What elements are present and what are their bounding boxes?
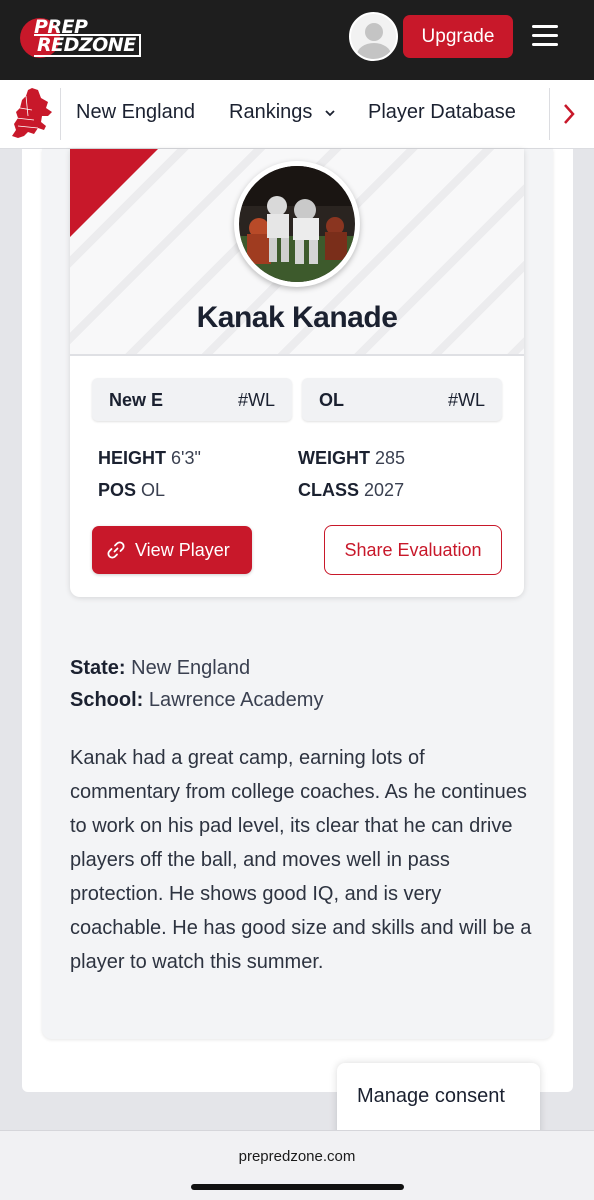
- home-indicator[interactable]: [191, 1184, 404, 1190]
- region-tag-label: New E: [109, 390, 164, 410]
- weight-stat: WEIGHT 285: [298, 448, 405, 469]
- site-header: PREP REDZONE Upgrade: [0, 0, 594, 80]
- position-tag-rank: #WL: [447, 390, 485, 410]
- nav-divider: [60, 88, 61, 140]
- card-divider: [70, 354, 524, 356]
- position-rank-tag: OL #WL: [302, 378, 502, 421]
- nav-item-rankings[interactable]: Rankings: [229, 101, 336, 124]
- red-corner-accent: [70, 149, 158, 237]
- user-avatar-icon[interactable]: [349, 12, 398, 61]
- state-label: State:: [70, 657, 126, 679]
- chevron-down-icon: [325, 110, 335, 116]
- upgrade-button[interactable]: Upgrade: [403, 15, 513, 58]
- browser-bottom-bar: prepredzone.com: [0, 1130, 594, 1200]
- class-label: CLASS: [298, 480, 360, 500]
- avatar-body: [357, 43, 391, 59]
- evaluation-panel: Kanak Kanade New E #WL OL #WL HEIGHT 6'3…: [42, 149, 553, 1039]
- state-row: State: New England: [70, 657, 250, 680]
- browser-url[interactable]: prepredzone.com: [0, 1148, 594, 1165]
- new-england-map-icon[interactable]: [8, 86, 56, 144]
- hamburger-menu-icon[interactable]: [532, 25, 558, 47]
- weight-label: WEIGHT: [298, 448, 370, 468]
- region-tag-rank: #WL: [237, 390, 275, 410]
- region-rank-tag: New E #WL: [92, 378, 292, 421]
- class-value: 2027: [364, 480, 405, 500]
- player-photo-image: [239, 166, 355, 282]
- school-value: Lawrence Academy: [148, 689, 324, 711]
- evaluation-text: Kanak had a great camp, earning lots of …: [70, 747, 532, 973]
- nav-divider: [549, 88, 550, 140]
- position-stat: POS OL: [98, 480, 165, 501]
- share-evaluation-button[interactable]: Share Evaluation: [324, 525, 502, 575]
- nav-item-player-database[interactable]: Player Database: [368, 101, 516, 124]
- school-label: School:: [70, 689, 144, 711]
- nav-item-rankings-label: Rankings: [229, 101, 313, 123]
- player-card: Kanak Kanade New E #WL OL #WL HEIGHT 6'3…: [70, 149, 524, 597]
- weight-value: 285: [375, 448, 406, 468]
- chevron-right-icon[interactable]: [562, 102, 576, 126]
- link-icon: [107, 541, 125, 559]
- school-row: School: Lawrence Academy: [70, 689, 323, 712]
- avatar-head: [365, 23, 383, 41]
- position-tag-label: OL: [319, 390, 344, 410]
- content-container: Kanak Kanade New E #WL OL #WL HEIGHT 6'3…: [22, 149, 573, 1092]
- height-value: 6'3": [171, 448, 201, 468]
- pos-label: POS: [98, 480, 137, 500]
- class-stat: CLASS 2027: [298, 480, 404, 501]
- nav-item-new-england[interactable]: New England: [76, 101, 195, 124]
- prep-redzone-logo[interactable]: PREP REDZONE: [20, 16, 142, 58]
- height-label: HEIGHT: [98, 448, 167, 468]
- view-player-button[interactable]: View Player: [92, 526, 252, 574]
- view-player-label: View Player: [135, 540, 230, 560]
- pos-value: OL: [141, 480, 166, 500]
- height-stat: HEIGHT 6'3": [98, 448, 201, 469]
- player-name: Kanak Kanade: [196, 301, 398, 334]
- state-value: New England: [131, 657, 251, 679]
- logo-line2: REDZONE: [34, 34, 141, 57]
- player-photo[interactable]: [234, 161, 360, 287]
- region-nav: New England Rankings Player Database: [0, 80, 594, 149]
